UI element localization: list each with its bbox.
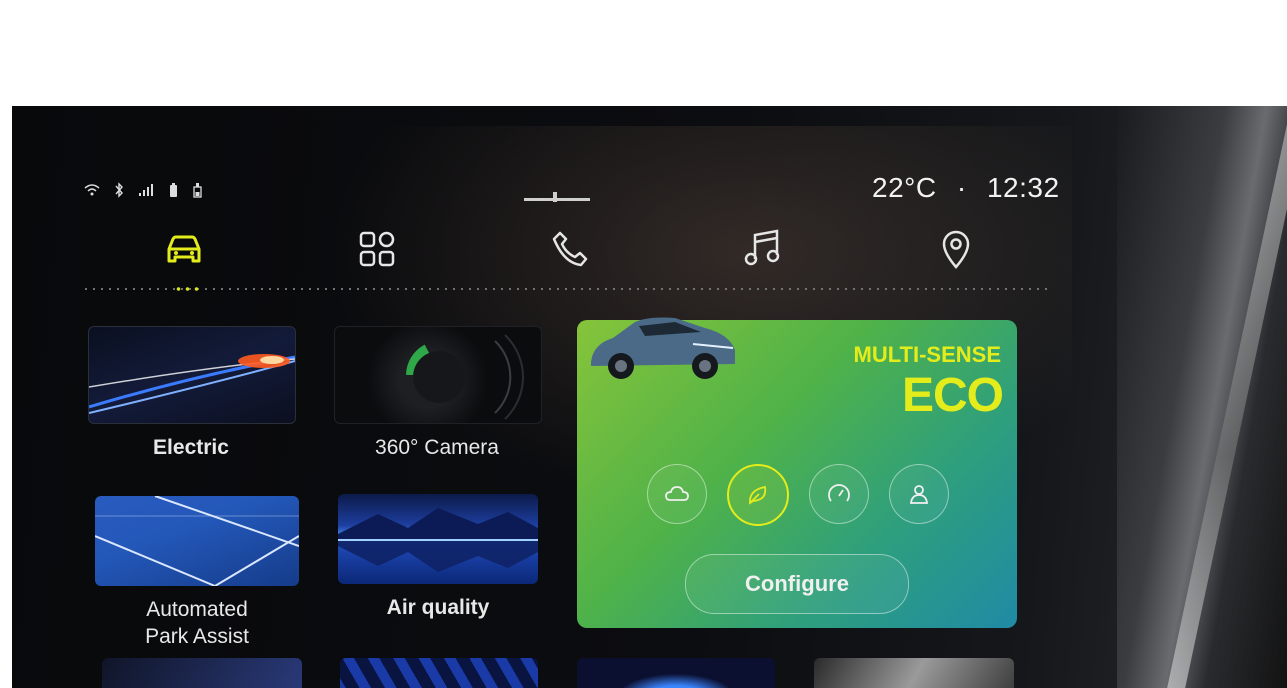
tile-image	[814, 658, 1014, 688]
comfort-icon	[665, 486, 689, 501]
vehicle-icon	[167, 235, 201, 263]
tile-air-quality[interactable]: Air quality	[338, 494, 538, 621]
configure-button[interactable]: Configure	[685, 554, 909, 614]
apps-icon	[359, 231, 395, 267]
tile-park-assist[interactable]: Automated Park Assist	[95, 496, 299, 651]
sport-icon	[828, 484, 850, 502]
mode-personal-button[interactable]	[889, 464, 949, 524]
music-icon	[744, 229, 780, 266]
tile-image	[577, 658, 775, 688]
nav-music[interactable]	[733, 224, 793, 274]
mode-comfort-button[interactable]	[647, 464, 707, 524]
car-image	[591, 317, 735, 379]
tile-label: Automated Park Assist	[145, 598, 249, 649]
clock-area: 22°C · 12:32	[872, 172, 1060, 204]
tile-image	[340, 658, 538, 688]
charging-icon	[192, 182, 202, 202]
battery-icon	[168, 182, 178, 202]
park-assist-image	[95, 496, 299, 586]
tile-360-camera[interactable]: 360° Camera	[334, 326, 542, 461]
personal-icon	[909, 485, 929, 504]
status-bar	[84, 182, 202, 202]
electric-image	[88, 326, 296, 424]
temperature: 22°C	[872, 172, 937, 203]
air-quality-image	[338, 494, 538, 584]
time: 12:32	[986, 172, 1060, 203]
drag-handle[interactable]	[524, 192, 590, 202]
mode-sport-button[interactable]	[809, 464, 869, 524]
multisense-title: MULTI-SENSE	[853, 342, 1001, 367]
tile-label: Electric	[153, 436, 229, 459]
nav-active-indicator	[174, 287, 202, 291]
wifi-icon	[84, 183, 100, 201]
nav-phone[interactable]	[540, 224, 600, 274]
tile-row3-2[interactable]	[340, 658, 538, 688]
signal-icon	[138, 183, 154, 201]
tile-row3-3[interactable]	[577, 658, 775, 688]
infotainment-screen: 22°C · 12:32 Electric 360° Camera Automa…	[12, 106, 1287, 688]
nav-divider	[82, 288, 1052, 290]
tile-row3-4[interactable]	[814, 658, 1014, 688]
phone-icon	[552, 231, 588, 267]
nav-navigation[interactable]	[926, 224, 986, 274]
separator: ·	[956, 172, 967, 203]
multisense-panel[interactable]: MULTI-SENSE ECO Configure	[577, 317, 1017, 628]
tile-image	[102, 658, 302, 688]
mode-eco-button[interactable]	[727, 464, 789, 526]
tile-label: 360° Camera	[375, 436, 499, 459]
tile-row3-1[interactable]	[102, 658, 302, 688]
bluetooth-icon	[114, 182, 124, 202]
nav-apps[interactable]	[347, 224, 407, 274]
eco-icon	[749, 485, 767, 505]
tile-label: Air quality	[386, 596, 490, 619]
drive-mode-selector	[647, 464, 949, 526]
camera-image	[334, 326, 542, 424]
multisense-mode: ECO	[901, 369, 1004, 422]
nav-bar	[132, 224, 992, 274]
tile-electric[interactable]: Electric	[88, 326, 296, 461]
navigation-icon	[942, 230, 970, 269]
nav-vehicle[interactable]	[154, 224, 214, 274]
